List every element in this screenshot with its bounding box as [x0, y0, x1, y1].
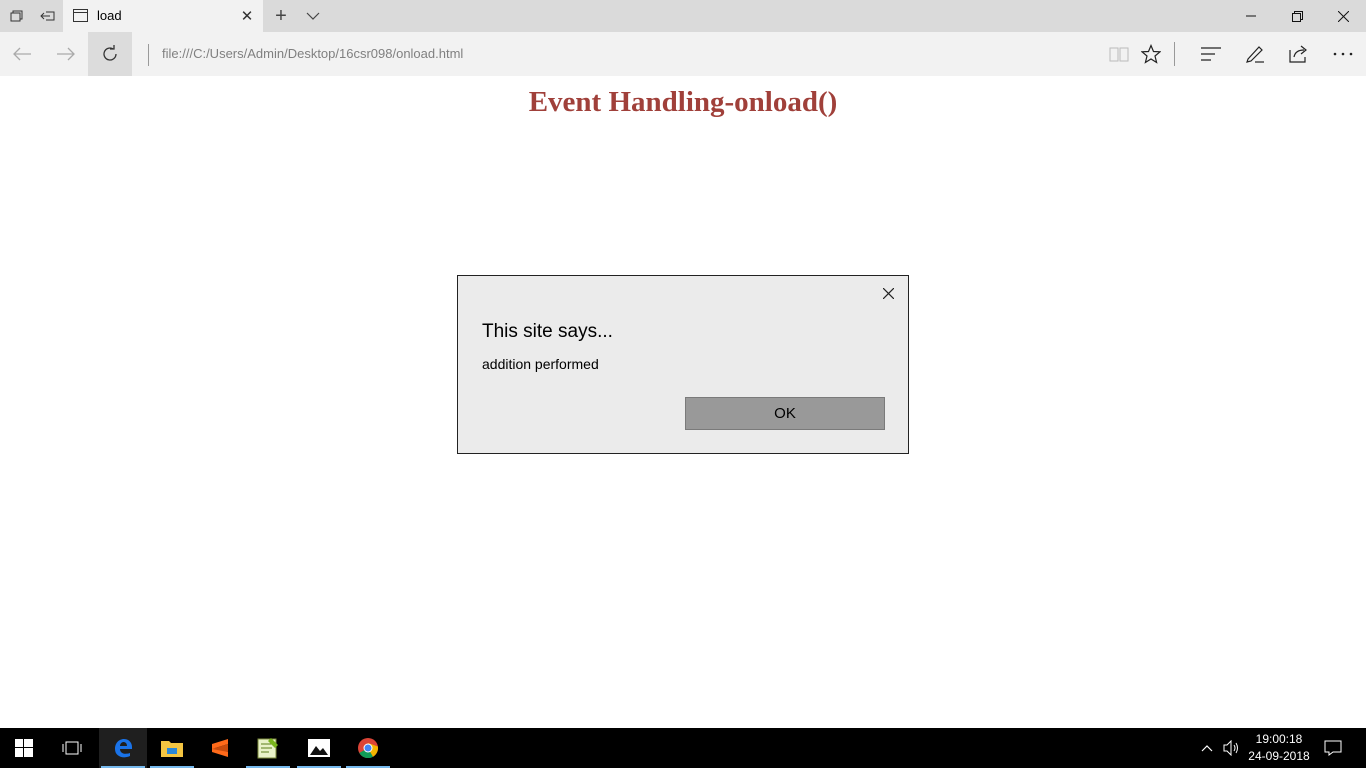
show-hidden-icons-chevron-icon[interactable] — [1196, 728, 1218, 768]
page-heading: Event Handling-onload() — [528, 86, 838, 118]
favorites-star-icon[interactable] — [1129, 32, 1173, 76]
tabs-aside-icon[interactable] — [0, 0, 32, 32]
chrome-icon[interactable] — [344, 728, 392, 768]
navigation-bar: file:///C:/Users/Admin/Desktop/16csr098/… — [0, 32, 1366, 76]
clock-time: 19:00:18 — [1255, 732, 1303, 746]
start-windows-icon[interactable] — [0, 728, 48, 768]
refresh-button[interactable] — [88, 32, 132, 76]
close-window-button[interactable] — [1320, 0, 1366, 32]
ok-button[interactable]: OK — [685, 397, 885, 430]
system-clock[interactable]: 19:00:18 24-09-2018 — [1244, 731, 1314, 765]
hub-icon[interactable] — [1189, 32, 1233, 76]
sublime-text-icon[interactable] — [196, 728, 244, 768]
edge-icon[interactable] — [99, 728, 147, 768]
forward-button[interactable] — [44, 32, 88, 76]
photos-icon[interactable] — [295, 728, 343, 768]
tab-load[interactable]: load ✕ — [63, 0, 263, 32]
page-icon — [73, 9, 88, 22]
restore-button[interactable] — [1274, 0, 1320, 32]
toolbar-divider — [1174, 42, 1175, 66]
address-divider — [148, 44, 149, 66]
tab-list-chevron-icon[interactable] — [300, 0, 326, 32]
more-options-icon[interactable] — [1321, 32, 1365, 76]
tab-close-icon[interactable]: ✕ — [237, 6, 257, 26]
address-bar[interactable]: file:///C:/Users/Admin/Desktop/16csr098/… — [162, 46, 463, 61]
dialog-close-icon[interactable] — [878, 283, 898, 303]
tab-title: load — [97, 8, 122, 23]
clock-date: 24-09-2018 — [1248, 749, 1310, 763]
alert-dialog: This site says... addition performed OK — [457, 275, 909, 454]
new-tab-button[interactable]: + — [268, 0, 294, 32]
task-view-icon[interactable] — [48, 728, 96, 768]
action-center-icon[interactable] — [1318, 728, 1348, 768]
share-icon[interactable] — [1277, 32, 1321, 76]
file-explorer-icon[interactable] — [148, 728, 196, 768]
back-button[interactable] — [0, 32, 44, 76]
dialog-title: This site says... — [482, 321, 613, 342]
web-note-pen-icon[interactable] — [1233, 32, 1277, 76]
taskbar: 19:00:18 24-09-2018 — [0, 728, 1366, 768]
notepad-plus-plus-icon[interactable] — [244, 728, 292, 768]
volume-icon[interactable] — [1220, 728, 1244, 768]
title-bar: load ✕ + — [0, 0, 1366, 32]
set-tabs-aside-icon[interactable] — [32, 0, 64, 32]
dialog-message: addition performed — [482, 356, 599, 372]
minimize-button[interactable] — [1228, 0, 1274, 32]
